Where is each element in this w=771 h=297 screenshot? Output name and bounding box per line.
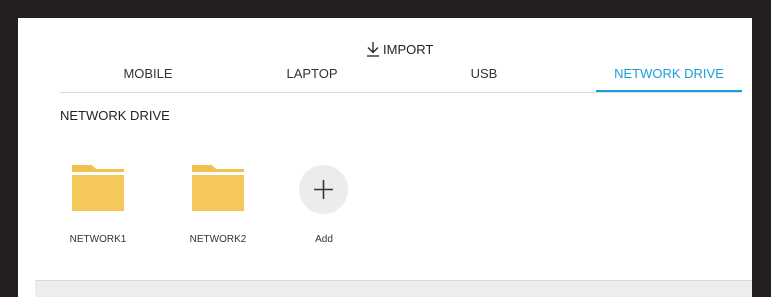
active-tab-indicator — [596, 90, 742, 92]
window-frame-left — [0, 0, 18, 297]
item-label: NETWORK1 — [69, 234, 127, 245]
window-frame-top — [0, 0, 771, 18]
footer-bar — [35, 281, 752, 297]
section-title: NETWORK DRIVE — [60, 108, 170, 123]
tab-network-drive[interactable]: NETWORK DRIVE — [596, 66, 742, 84]
import-title: IMPORT — [383, 41, 434, 57]
import-download-icon — [366, 41, 380, 57]
tab-laptop[interactable]: LAPTOP — [252, 66, 372, 84]
folder-icon — [58, 160, 138, 216]
item-label: NETWORK2 — [189, 234, 247, 245]
window-frame-right — [752, 0, 771, 297]
plus-icon — [299, 165, 348, 214]
add-label: Add — [315, 234, 333, 245]
folder-icon — [178, 160, 258, 216]
import-header: IMPORT — [366, 40, 433, 58]
tabs-divider — [60, 92, 742, 93]
tab-mobile[interactable]: MOBILE — [88, 66, 208, 84]
tab-usb[interactable]: USB — [424, 66, 544, 84]
